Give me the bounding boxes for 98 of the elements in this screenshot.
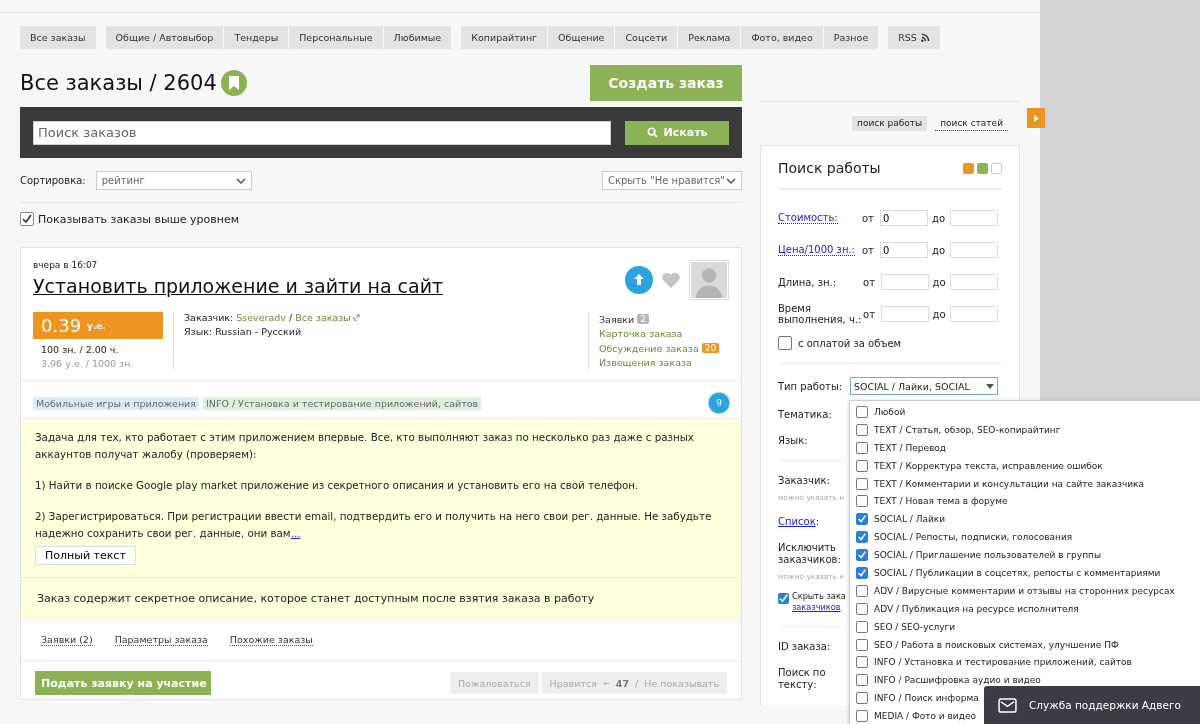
order-link[interactable]: Карточка заказа [599,328,683,340]
all-orders-link[interactable]: Все заказы [295,312,351,323]
order-tab[interactable]: Параметры заказа [114,634,208,646]
option-label[interactable]: SOCIAL / Репосты, подписки, голосования [874,532,1073,543]
description-paragraph: 1) Найти в поиске Google play market приложение из секретного описания и установить его на свой телефон. [35,478,640,493]
filter-label: Тематика: [778,409,833,421]
from-field[interactable]: 0 [880,242,928,258]
nav-tab[interactable]: Реклама [678,26,741,49]
option-label[interactable]: INFO / Установка и тестирование приложений, сайтов [874,657,1132,668]
order-rate: 3.96 у.е. / 1000 зн. [41,358,135,369]
from-label: от [862,244,875,256]
category-tag[interactable]: INFO / Установка и тестирование приложений, сайтов [203,396,482,410]
filter-label: ID заказа: [778,641,832,653]
nav-tab[interactable]: Фото, видео [741,26,823,49]
separator: / [289,312,293,323]
filter-label: Поиск по тексту: [778,667,827,691]
order-volume: 100 зн. / 2.00 ч. [41,344,120,355]
separator: / [635,677,639,689]
page-title: Все заказы / 2604 [20,71,217,95]
customer-label: Заказчик: [184,312,234,323]
search-field[interactable]: Поиск заказов [33,120,611,145]
filter-label: Исключить заказчиков: [778,542,842,566]
language-value: Russian - Русский [215,326,302,337]
option-label[interactable]: SEO / SEO-услуги [874,621,956,632]
support-chat-button[interactable]: Служба поддержки Адвего [984,686,1200,724]
filter-label: Язык: [778,435,809,447]
count-badge: 20 [701,343,720,354]
panel-title: Поиск работы [778,160,881,176]
secret-note: Заказ содержит секретное описание, которое станет доступным после взятия заказа в работу [37,592,595,605]
colon: : [815,516,820,527]
nav-tab[interactable]: Общие / Автовыбор [105,26,224,49]
nav-tab[interactable]: Копирайтинг [461,26,548,49]
order-link[interactable]: Обсуждение заказа [599,342,699,354]
filter-label: Время выполнения, ч.: [778,303,863,325]
nav-tab[interactable]: Тендеры [224,26,289,49]
nav-tab[interactable]: Любимые [383,26,452,49]
order-link[interactable]: Заявки [599,313,635,325]
option-label[interactable]: SOCIAL / Лайки [874,514,946,525]
option-label[interactable]: ADV / Публикация на ресурсе исполнителя [874,603,1079,614]
customer-link[interactable]: Sseveradv [236,312,286,323]
option-label[interactable]: MEDIA / Фото и видео [874,711,976,722]
description-paragraph: 2) Зарегистрироваться. При регистрации ввести email, подтвердить его и получить на него свои рег. данные. Не забудьте надежно сохранить свои рег. данные, они вам... [35,509,713,541]
filter-link[interactable]: Цена/1000 зн.: [778,244,855,256]
customers-link[interactable]: заказчиков [792,602,841,613]
filter-label: Тип работы: [778,380,844,392]
option-label[interactable]: SEO / Работа в поисковых системах, улучшение ПФ [874,639,1119,650]
from-label: от [862,212,875,224]
to-label: до [932,308,947,320]
filter-select[interactable]: Скрыть "Не нравится" [602,171,742,190]
order-link[interactable]: Извещения заказа [599,357,692,369]
more-link[interactable]: ... [290,527,301,539]
order-title-link[interactable]: Установить приложение и зайти на сайт [33,275,444,297]
option-label[interactable]: TEXT / Комментарии и консультации на сайте заказчика [874,478,1145,489]
option-label[interactable]: SOCIAL / Приглашение пользователей в группы [874,550,1102,561]
option-label[interactable]: SOCIAL / Публикации в соцсетях, репосты с комментариями [874,567,1161,578]
option-label[interactable]: Любой [874,406,906,417]
to-label: до [932,212,947,224]
option-label[interactable]: TEXT / Корректура текста, исправление ошибок [874,460,1103,471]
nav-tab[interactable]: Разное [823,26,879,49]
category-tag[interactable]: Мобильные игры и приложения [33,396,199,410]
nav-tab[interactable]: Персональные [289,26,383,49]
option-label[interactable]: TEXT / Перевод [874,442,947,453]
nav-tab[interactable]: Соцсети [615,26,678,49]
search-mode-tab[interactable]: поиск статей [935,116,1008,131]
option-label[interactable]: TEXT / Статья, обзор, SEO-копирайтинг [874,424,1061,435]
count-badge: 2 [637,314,649,325]
order-tab[interactable]: Похожие заказы [229,634,313,646]
from-field[interactable]: 0 [880,210,928,226]
filter-label: Заказчик: [778,475,831,487]
level-badge: 9 [709,393,729,413]
price-badge: 0.39 у.е. [33,312,163,339]
filter-link[interactable]: Стоимость: [778,212,838,224]
from-label: от [863,276,876,288]
sort-select[interactable]: рейтинг [95,171,252,190]
option-label[interactable]: TEXT / Новая тема в форуме [874,496,1008,507]
language-label: Язык: [184,326,213,337]
to-label: до [932,276,947,288]
filter-label: Длина, зн.: [778,276,838,288]
list-link[interactable]: Список [778,516,816,527]
option-label[interactable]: ADV / Вирусные комментарии и отзывы на сторонних ресурсах [874,585,1175,596]
description-paragraph: Задача для тех, кто работает с этим приложением впервые. Все, кто выполняют заказ по несколько раз даже с разных аккаунтов получат жалобу (проверяем): [35,430,695,462]
nav-tab[interactable]: RSS [888,26,940,49]
to-label: до [932,244,947,256]
nav-tab[interactable]: Все заказы [20,26,96,49]
order-tab[interactable]: Заявки (2) [41,634,93,646]
work-type-select[interactable]: SOCIAL / Лайки, SOCIAL [850,377,998,395]
option-label[interactable]: INFO / Поиск информа [874,693,979,704]
full-text-button[interactable]: Полный текст [35,546,136,565]
option-label[interactable]: INFO / Расшифровка аудио и видео [874,675,1041,686]
sort-label: Сортировка: [20,175,86,186]
checkbox-label: с оплатой за объем [798,337,902,349]
nav-tab[interactable]: Общение [548,26,615,49]
checkbox-label: Скрыть зака [792,591,846,602]
from-label: от [863,308,876,320]
checkbox-label: Показывать заказы выше уровнем [38,212,239,226]
like-count: 47 [615,677,630,689]
search-mode-tab[interactable]: поиск работы [852,116,928,131]
order-time: вчера в 16:07 [33,260,99,270]
